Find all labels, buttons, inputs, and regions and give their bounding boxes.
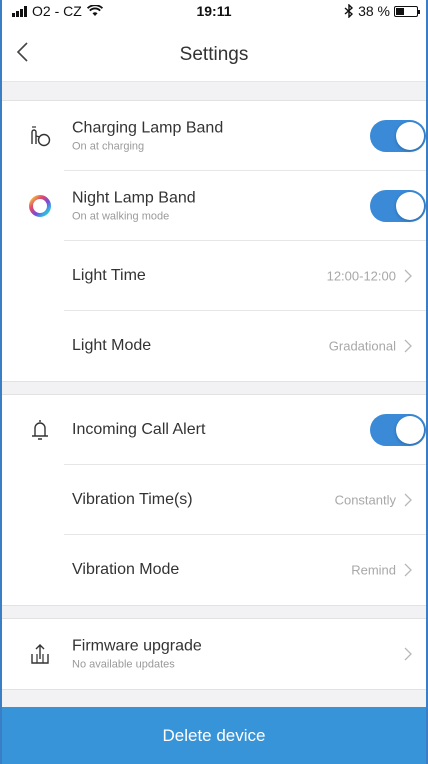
chevron-right-icon xyxy=(404,647,412,661)
row-light-time[interactable]: Light Time 12:00-12:00 xyxy=(2,241,426,311)
lamp-settings-group: Charging Lamp Band On at charging Night … xyxy=(2,100,426,382)
charging-lamp-toggle[interactable] xyxy=(370,120,426,152)
upload-icon xyxy=(31,644,49,664)
section-gap xyxy=(2,382,426,394)
row-light-mode[interactable]: Light Mode Gradational xyxy=(2,311,426,381)
toggle-knob xyxy=(396,416,424,444)
vibration-mode-text: Vibration Mode xyxy=(72,561,179,579)
chevron-right-icon xyxy=(404,493,412,507)
color-ring-icon xyxy=(29,195,51,217)
status-bar: O2 - CZ 19:11 38 % xyxy=(2,0,426,22)
incoming-call-title: Incoming Call Alert xyxy=(72,421,206,438)
section-gap xyxy=(2,82,426,100)
app-frame: O2 - CZ 19:11 38 % Settings Charging Lam… xyxy=(0,0,428,764)
toggle-knob xyxy=(396,192,424,220)
row-charging-lamp-band: Charging Lamp Band On at charging xyxy=(2,101,426,171)
charging-lamp-subtitle: On at charging xyxy=(72,140,145,153)
incoming-call-text: Incoming Call Alert xyxy=(72,421,205,439)
night-lamp-toggle[interactable] xyxy=(370,190,426,222)
delete-device-button[interactable]: Delete device xyxy=(2,707,426,764)
cable-plug-icon xyxy=(31,126,51,147)
charging-lamp-text: Charging Lamp Band On at charging xyxy=(72,120,223,153)
light-time-value: 12:00-12:00 xyxy=(326,268,396,284)
page-title: Settings xyxy=(179,44,249,65)
firmware-group: Firmware upgrade No available updates xyxy=(2,618,426,690)
row-firmware-upgrade[interactable]: Firmware upgrade No available updates xyxy=(2,619,426,689)
row-vibration-mode[interactable]: Vibration Mode Remind xyxy=(2,535,426,605)
vibration-time-text: Vibration Time(s) xyxy=(72,491,193,509)
light-mode-text: Light Mode xyxy=(72,337,151,355)
vibration-mode-title: Vibration Mode xyxy=(72,561,180,578)
section-gap xyxy=(2,606,426,618)
row-vibration-time[interactable]: Vibration Time(s) Constantly xyxy=(2,465,426,535)
light-time-text: Light Time xyxy=(72,267,146,285)
light-time-title: Light Time xyxy=(72,267,146,284)
toggle-knob xyxy=(396,122,424,150)
vibration-time-title: Vibration Time(s) xyxy=(72,491,193,508)
bell-icon xyxy=(32,420,48,440)
firmware-text: Firmware upgrade No available updates xyxy=(72,638,202,671)
nav-bar: Settings xyxy=(2,22,426,82)
night-lamp-title: Night Lamp Band xyxy=(72,189,196,207)
row-night-lamp-band: Night Lamp Band On at walking mode xyxy=(2,171,426,241)
light-mode-value: Gradational xyxy=(328,338,396,354)
vibration-time-value: Constantly xyxy=(334,492,396,508)
call-settings-group: Incoming Call Alert Vibration Time(s) Co… xyxy=(2,394,426,606)
battery-fill xyxy=(396,7,404,15)
battery-icon xyxy=(394,5,420,17)
row-incoming-call-alert: Incoming Call Alert xyxy=(2,395,426,465)
firmware-subtitle: No available updates xyxy=(72,658,175,671)
bluetooth-icon xyxy=(344,4,354,18)
light-mode-title: Light Mode xyxy=(72,337,152,354)
firmware-title: Firmware upgrade xyxy=(72,637,202,655)
incoming-call-toggle[interactable] xyxy=(370,414,426,446)
night-lamp-text: Night Lamp Band On at walking mode xyxy=(72,190,196,223)
chevron-right-icon xyxy=(404,339,412,353)
chevron-right-icon xyxy=(404,563,412,577)
vibration-mode-value: Remind xyxy=(351,562,396,578)
charging-lamp-title: Charging Lamp Band xyxy=(72,119,224,137)
night-lamp-subtitle: On at walking mode xyxy=(72,210,170,223)
status-right: 38 % xyxy=(344,3,420,19)
chevron-right-icon xyxy=(404,269,412,283)
battery-percent: 38 % xyxy=(358,3,390,19)
